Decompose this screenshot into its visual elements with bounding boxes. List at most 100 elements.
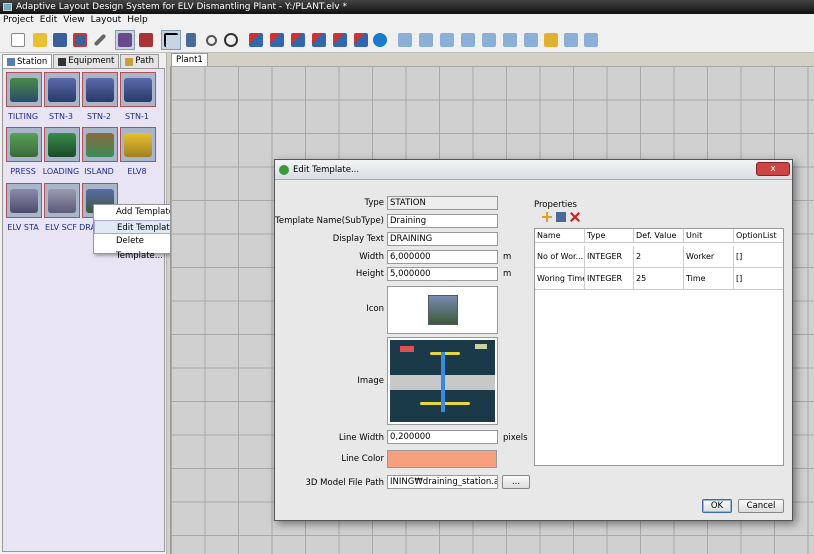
tab-path[interactable]: Path (120, 54, 160, 68)
template-press[interactable] (6, 127, 42, 162)
align-center-icon[interactable] (416, 30, 436, 50)
ok-button[interactable]: OK (702, 499, 732, 513)
save-icon[interactable] (50, 30, 70, 50)
image-arc (420, 402, 470, 405)
column-header[interactable]: Type (585, 229, 634, 242)
display-text-field[interactable]: DRAINING (387, 232, 498, 246)
template-stn-2[interactable] (82, 72, 118, 107)
image-block (475, 344, 487, 349)
template-elv8[interactable] (120, 127, 156, 162)
equipment-mode-icon[interactable] (136, 30, 156, 50)
tools-icon[interactable] (90, 30, 110, 50)
template-loading[interactable] (44, 127, 80, 162)
table-cell: INTEGER (585, 246, 634, 267)
template-elv-sta[interactable] (6, 183, 42, 218)
image-label: Image (357, 376, 384, 386)
align-right-icon[interactable] (437, 30, 457, 50)
new-icon[interactable] (8, 30, 28, 50)
height-label: Height (355, 269, 384, 279)
conveyor-2-icon[interactable] (267, 30, 287, 50)
table-cell: 2 (634, 246, 684, 267)
distribute-icon[interactable] (521, 30, 541, 50)
width-label: Width (359, 252, 384, 262)
line-color-swatch[interactable] (387, 450, 497, 468)
height-field[interactable]: 5,000000 (387, 267, 498, 281)
height-unit: m (503, 269, 512, 279)
column-header[interactable]: OptionList (734, 229, 783, 242)
menu-layout[interactable]: Layout (91, 14, 122, 27)
menu-view[interactable]: View (63, 14, 84, 27)
menu-bar: Project Edit View Layout Help (0, 14, 814, 27)
close-button[interactable]: x (756, 162, 790, 176)
line-width-unit: pixels (503, 433, 528, 443)
add-property-icon[interactable] (542, 212, 552, 222)
pan-icon[interactable] (221, 30, 241, 50)
select-icon[interactable] (161, 30, 181, 50)
image-centerline (441, 352, 445, 412)
table-row[interactable]: Woring Time INTEGER 25 Time [] (535, 268, 783, 290)
ungroup-icon[interactable] (561, 30, 581, 50)
conveyor-1-icon[interactable] (246, 30, 266, 50)
table-cell: INTEGER (585, 268, 634, 289)
template-island[interactable] (82, 127, 118, 162)
zoom-icon[interactable] (201, 30, 221, 50)
delete-icon[interactable] (181, 30, 201, 50)
dialog-app-icon (279, 165, 289, 175)
equipment-tab-icon (58, 57, 67, 66)
template-tilting[interactable] (6, 72, 42, 107)
line-width-field[interactable]: 0,200000 (387, 430, 498, 444)
table-header: Name Type Def. Value Unit OptionList (535, 229, 783, 243)
conveyor-6-icon[interactable] (351, 30, 371, 50)
tab-equipment[interactable]: Equipment (53, 54, 120, 68)
align-left-icon[interactable] (395, 30, 415, 50)
play-icon[interactable] (370, 30, 390, 50)
model-path-label: 3D Model File Path (305, 478, 384, 488)
icon-preview[interactable] (387, 286, 498, 334)
conveyor-3-icon[interactable] (288, 30, 308, 50)
table-cell: [] (736, 274, 743, 283)
properties-table: Name Type Def. Value Unit OptionList No … (534, 228, 784, 466)
align-middle-icon[interactable] (479, 30, 499, 50)
station-mode-icon[interactable] (115, 30, 135, 50)
menu-edit[interactable]: Edit (40, 14, 57, 27)
template-elv-scf[interactable] (44, 183, 80, 218)
column-header[interactable]: Unit (684, 229, 734, 242)
template-name-label: Template Name(SubType) (275, 216, 384, 226)
template-panel: Station Equipment Path TILTING STN-3 STN… (0, 53, 167, 554)
column-header[interactable]: Def. Value (634, 229, 684, 242)
menu-project[interactable]: Project (3, 14, 34, 27)
align-top-icon[interactable] (458, 30, 478, 50)
browse-button[interactable]: ... (502, 475, 530, 489)
layers-icon[interactable] (581, 30, 601, 50)
save-as-icon[interactable] (70, 30, 90, 50)
template-name-field[interactable]: Draining (387, 214, 498, 228)
line-width-label: Line Width (338, 433, 384, 443)
delete-property-icon[interactable] (556, 212, 566, 222)
model-path-field[interactable]: INING₩draining_station.asm (387, 475, 498, 489)
type-field[interactable]: STATION (387, 196, 498, 210)
image-preview[interactable] (387, 337, 498, 425)
template-label: STN-1 (125, 112, 149, 121)
remove-property-icon[interactable] (570, 212, 580, 222)
menu-help[interactable]: Help (127, 14, 148, 27)
type-label: Type (364, 198, 384, 208)
table-row[interactable]: No of Wor... INTEGER 2 Worker [] (535, 246, 783, 268)
tab-station[interactable]: Station (2, 54, 53, 69)
table-cell: Worker (684, 246, 734, 267)
cancel-button[interactable]: Cancel (738, 499, 784, 513)
conveyor-4-icon[interactable] (309, 30, 329, 50)
group-icon[interactable] (541, 30, 561, 50)
window-title-bar: Adaptive Layout Design System for ELV Di… (0, 0, 814, 14)
align-bottom-icon[interactable] (500, 30, 520, 50)
conveyor-5-icon[interactable] (330, 30, 350, 50)
open-icon[interactable] (30, 30, 50, 50)
template-stn-1[interactable] (120, 72, 156, 107)
width-field[interactable]: 6,000000 (387, 250, 498, 264)
edit-template-dialog: Edit Template... x Type STATION Template… (274, 159, 793, 521)
column-header[interactable]: Name (535, 229, 585, 242)
template-list: TILTING STN-3 STN-2 STN-1 PRESS LOADING … (2, 68, 165, 552)
tab-plant1[interactable]: Plant1 (171, 53, 208, 67)
station-tab-icon (7, 58, 15, 66)
app-icon (3, 3, 12, 11)
template-stn-3[interactable] (44, 72, 80, 107)
